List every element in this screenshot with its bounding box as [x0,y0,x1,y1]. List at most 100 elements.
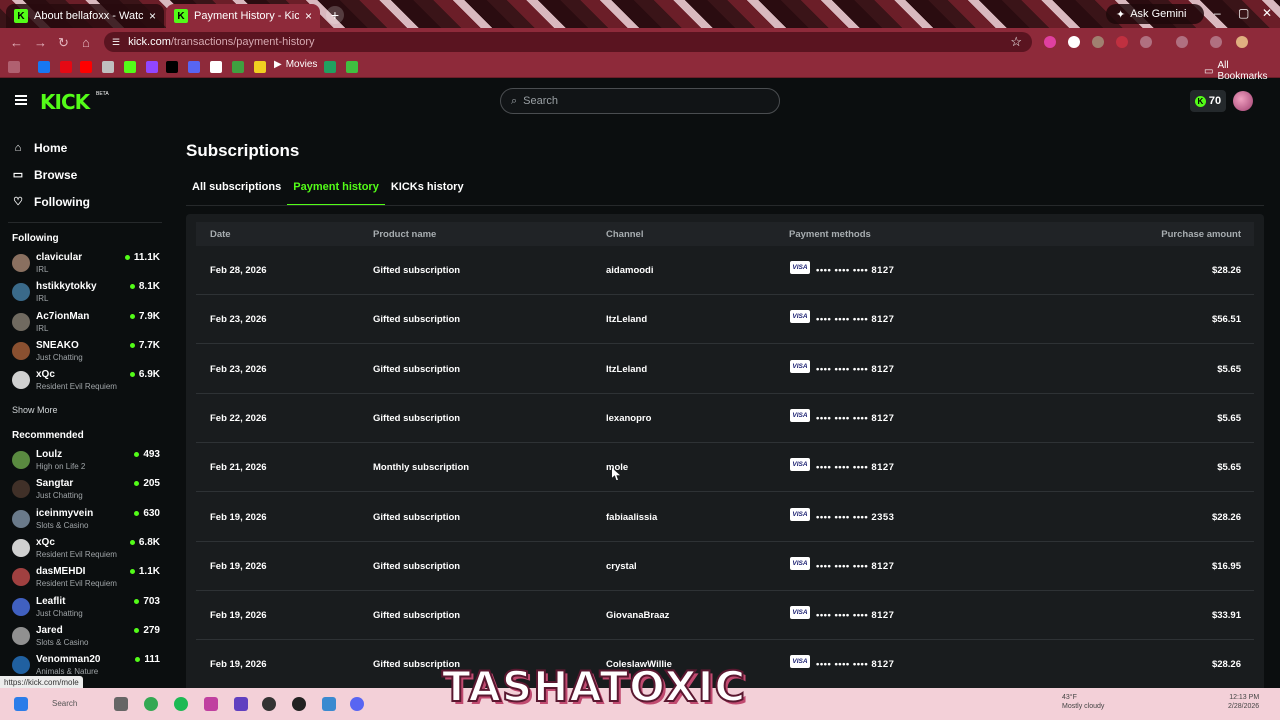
bookmark-icon[interactable] [254,61,266,73]
bookmark-star-icon[interactable]: ☆ [1010,34,1022,50]
nav-browse[interactable]: ▭ Browse [12,161,90,188]
close-tab-icon[interactable]: × [149,9,156,23]
windows-start-icon[interactable] [14,697,28,711]
kick-icon[interactable] [124,61,136,73]
menu-icon[interactable] [15,95,27,105]
row-product: Gifted subscription [373,314,461,326]
sidebar-channel[interactable]: hstikkytokky IRL 8.1K [12,279,160,308]
row-channel-link[interactable]: fabiaalissia [606,512,657,523]
extension-icon[interactable] [1044,36,1056,48]
back-icon[interactable]: ← [10,35,23,50]
nav-following[interactable]: ♡ Following [12,188,90,215]
bookmark-movies[interactable]: ▶ Movies [274,59,317,70]
extension-icon[interactable] [1068,36,1080,48]
sidebar-channel[interactable]: SNEAKO Just Chatting 7.7K [12,338,160,367]
row-channel-link[interactable]: aidamoodi [606,265,654,276]
nav-home[interactable]: ⌂ Home [12,134,90,161]
browse-icon: ▭ [12,169,24,181]
chrome-icon[interactable] [144,697,158,711]
row-card-number: •••• •••• •••• 8127 [816,610,895,622]
row-channel-link[interactable]: ItzLeland [606,364,647,375]
row-product: Gifted subscription [373,560,461,572]
facebook-icon[interactable] [38,61,50,73]
heart-icon: ♡ [13,196,23,208]
sidebar-channel[interactable]: xQc Resident Evil Requiem 6.8K [12,535,160,564]
app-icon[interactable] [322,697,336,711]
sidebar-channel[interactable]: Sangtar Just Chatting 205 [12,476,160,505]
bookmark-icon[interactable] [324,61,336,73]
channel-avatar [12,371,30,390]
instagram-icon[interactable] [102,61,114,73]
twitch-icon[interactable] [146,61,158,73]
reload-icon[interactable]: ↻ [58,35,69,51]
show-more-button[interactable]: Show More [12,405,58,415]
download-icon[interactable] [1210,36,1222,48]
spotify-icon[interactable] [174,697,188,711]
site-info-icon[interactable]: ☰ [112,37,120,48]
ask-gemini-button[interactable]: ✦ Ask Gemini [1106,4,1204,24]
channel-avatar [12,538,30,557]
row-channel-link[interactable]: mole [606,462,628,473]
taskview-icon[interactable] [114,697,128,711]
app-icon[interactable] [234,697,248,711]
weather-widget[interactable]: 43°F Mostly cloudy [1040,693,1104,711]
taskbar-clock[interactable]: 12:13 PM 2/28/2026 [1228,693,1259,711]
bookmark-icon[interactable] [346,61,358,73]
x-icon[interactable] [166,61,178,73]
tab-all-subscriptions[interactable]: All subscriptions [186,178,287,206]
profile-avatar[interactable] [1236,36,1248,48]
extension-icon[interactable] [1092,36,1104,48]
forward-icon[interactable]: → [34,35,47,50]
home-icon[interactable]: ⌂ [82,35,90,50]
bookmark-icon[interactable] [210,61,222,73]
tab-title: About bellafoxx - Watch Live o [34,10,143,22]
browser-tab-payment-history[interactable]: K Payment History - Kick Streami × [166,4,320,28]
sidebar-channel[interactable]: dasMEHDI Resident Evil Requiem 1.1K [12,564,160,593]
discord-icon[interactable] [188,61,200,73]
sidebar-channel[interactable]: xQc Resident Evil Requiem 6.9K [12,367,160,396]
sidebar-channel[interactable]: Jared Slots & Casino 279 [12,623,160,652]
table-header: Date Product name Channel Payment method… [196,222,1254,246]
discord-icon[interactable] [350,697,364,711]
window-close-icon[interactable]: ✕ [1262,6,1272,20]
kick-logo[interactable]: KICK [40,90,90,114]
puzzle-icon[interactable] [1176,36,1188,48]
channel-name: clavicular [36,252,83,263]
row-channel-link[interactable]: GiovanaBraaz [606,610,669,621]
visa-card-icon: VISA [790,359,810,373]
extension-icon[interactable] [1116,36,1128,48]
maximize-icon[interactable]: ▢ [1238,6,1249,20]
sidebar-channel[interactable]: clavicular IRL 11.1K [12,250,160,279]
all-bookmarks[interactable]: ▭ All Bookmarks [1204,60,1280,82]
row-channel-link[interactable]: lexanopro [606,413,651,424]
tab-payment-history[interactable]: Payment history [287,178,385,206]
netflix-icon[interactable] [60,61,72,73]
user-avatar[interactable] [1233,91,1253,111]
obs-icon[interactable] [292,697,306,711]
row-channel-link[interactable]: ItzLeland [606,314,647,325]
row-amount: $28.26 [1211,265,1241,276]
visa-card-icon: VISA [790,458,810,472]
new-tab-button[interactable]: + [326,6,344,24]
live-dot-icon [134,481,140,487]
app-icon[interactable] [262,697,276,711]
close-tab-icon[interactable]: × [305,9,312,23]
sidebar-channel[interactable]: Leaflit Just Chatting 703 [12,594,160,623]
sidebar-channel[interactable]: iceinmyvein Slots & Casino 630 [12,506,160,535]
tab-kicks-history[interactable]: KICKs history [385,178,470,206]
search-box[interactable]: ⌕ [500,88,780,114]
youtube-icon[interactable] [80,61,92,73]
omnibox[interactable]: ☰ kick.com/transactions/payment-history … [104,32,1032,52]
extension-icon[interactable] [1140,36,1152,48]
browser-tab-bellafoxx[interactable]: K About bellafoxx - Watch Live o × [6,4,164,28]
search-input[interactable] [523,95,754,107]
kicks-balance[interactable]: K 70 [1190,90,1226,112]
sidebar-channel[interactable]: Ac7ionMan IRL 7.9K [12,309,160,338]
bookmark-icon[interactable] [232,61,244,73]
instagram-icon[interactable] [204,697,218,711]
taskbar-search[interactable]: Search [52,699,77,708]
apps-icon[interactable] [8,61,20,73]
row-channel-link[interactable]: crystal [606,561,637,572]
minimize-icon[interactable]: – [1214,6,1221,20]
sidebar-channel[interactable]: Loulz High on Life 2 493 [12,447,160,476]
